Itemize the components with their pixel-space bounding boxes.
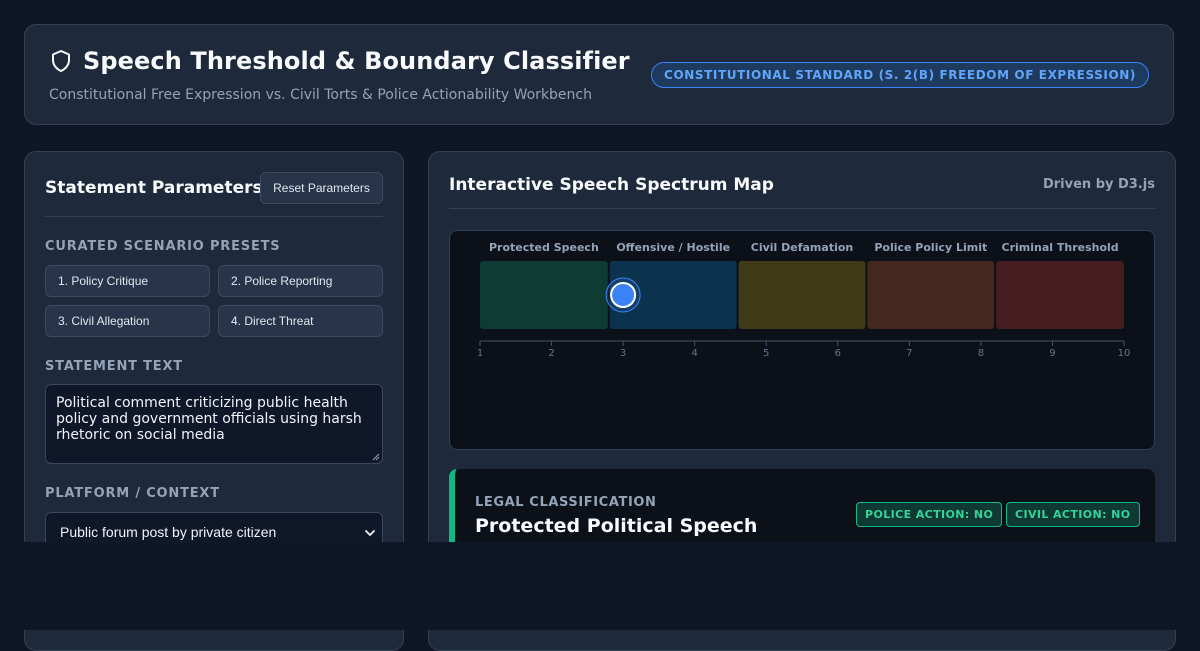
classification-label: LEGAL CLASSIFICATION	[475, 495, 657, 510]
chevron-down-icon	[365, 530, 375, 536]
speech-spectrum-chart: Protected Speech Offensive / Hostile Civil…	[449, 230, 1155, 450]
tick-label: 8	[978, 348, 984, 359]
tick-label: 9	[1049, 348, 1055, 359]
statement-text-value: Political comment criticizing public hea…	[56, 395, 362, 443]
civil-action-badge: CIVIL ACTION: NO	[1006, 502, 1140, 527]
panel-title: Statement Parameters	[45, 178, 263, 198]
zone-label: Civil Defamation	[751, 241, 854, 254]
app-subtitle: Constitutional Free Expression vs. Civil…	[49, 87, 592, 103]
viewport-fold	[0, 542, 1200, 630]
tick-label: 1	[477, 348, 483, 359]
driven-by-label: Driven by D3.js	[1042, 177, 1155, 192]
statement-textarea[interactable]: Political comment criticizing public hea…	[45, 384, 383, 464]
score-marker[interactable]	[610, 282, 637, 308]
preset-civil-allegation-button[interactable]: 3. Civil Allegation	[45, 305, 210, 337]
tick-label: 4	[691, 348, 697, 359]
tick-label: 5	[763, 348, 769, 359]
police-action-badge: POLICE ACTION: NO	[856, 502, 1003, 527]
tick-label: 2	[548, 348, 554, 359]
divider	[449, 208, 1155, 209]
classification-title: Protected Political Speech	[475, 515, 758, 537]
tick-label: 7	[906, 348, 912, 359]
standard-badge: CONSTITUTIONAL STANDARD (S. 2(B) FREEDOM…	[651, 62, 1149, 88]
shield-icon	[52, 50, 70, 72]
zone-block[interactable]	[996, 261, 1124, 329]
tick-label: 10	[1118, 348, 1131, 359]
reset-parameters-button[interactable]: Reset Parameters	[260, 172, 383, 204]
zone-label: Police Policy Limit	[874, 241, 987, 254]
preset-police-reporting-button[interactable]: 2. Police Reporting	[218, 265, 383, 297]
map-title: Interactive Speech Spectrum Map	[449, 175, 774, 195]
platform-context-label: PLATFORM / CONTEXT	[45, 486, 220, 501]
app-header: Speech Threshold & Boundary Classifier C…	[24, 24, 1174, 125]
zone-label: Criminal Threshold	[1002, 241, 1119, 254]
zone-block[interactable]	[738, 261, 866, 329]
platform-context-value: Public forum post by private citizen	[60, 524, 277, 540]
title-row: Speech Threshold & Boundary Classifier	[49, 47, 630, 75]
app-title: Speech Threshold & Boundary Classifier	[83, 47, 630, 75]
zone-block[interactable]	[867, 261, 995, 329]
zone-label: Protected Speech	[489, 241, 599, 254]
zone-label: Offensive / Hostile	[616, 241, 730, 254]
spectrum-svg: Protected Speech Offensive / Hostile Civil…	[477, 241, 1131, 359]
zone-block[interactable]	[480, 261, 608, 329]
resize-handle-icon[interactable]	[372, 453, 380, 461]
statement-text-label: STATEMENT TEXT	[45, 359, 183, 374]
tick-label: 6	[835, 348, 841, 359]
preset-direct-threat-button[interactable]: 4. Direct Threat	[218, 305, 383, 337]
preset-policy-critique-button[interactable]: 1. Policy Critique	[45, 265, 210, 297]
divider	[45, 216, 383, 217]
tick-label: 3	[620, 348, 626, 359]
presets-label: CURATED SCENARIO PRESETS	[45, 239, 281, 254]
